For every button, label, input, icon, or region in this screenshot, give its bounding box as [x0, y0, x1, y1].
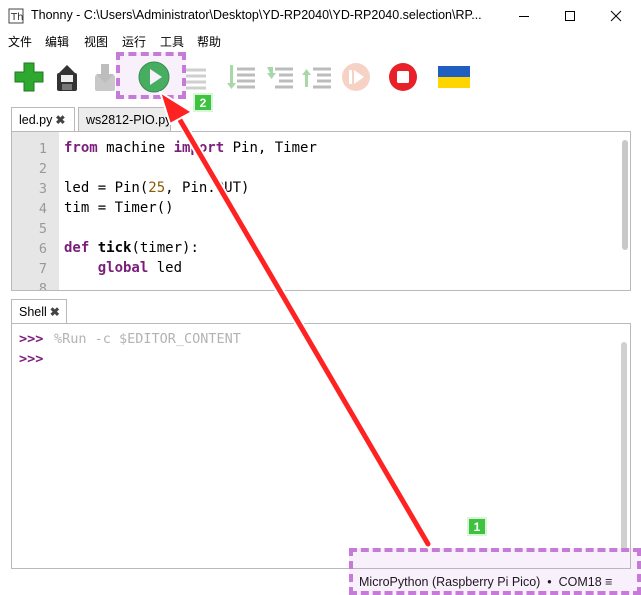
- highlight-run-button: [116, 52, 186, 99]
- thonny-app-icon: Th: [8, 8, 24, 24]
- tab-led-py[interactable]: led.py ✖: [11, 107, 75, 131]
- step-out-icon[interactable]: [300, 60, 334, 94]
- step-into-icon[interactable]: [262, 60, 296, 94]
- tab-label: led.py: [19, 113, 53, 127]
- menu-run[interactable]: 运行: [122, 33, 146, 50]
- tab-ws2812-pio-py[interactable]: ws2812-PIO.py: [78, 107, 171, 131]
- close-window-button[interactable]: [593, 0, 639, 31]
- line-number: 7: [38, 261, 47, 277]
- line-number: 1: [38, 141, 47, 157]
- tab-shell[interactable]: Shell ✖: [11, 299, 67, 323]
- line-number: 3: [38, 181, 47, 197]
- new-file-icon[interactable]: [12, 60, 46, 94]
- tab-label: ws2812-PIO.py: [86, 113, 171, 127]
- stop-icon[interactable]: [386, 60, 420, 94]
- code-line: def tick(timer):: [64, 240, 199, 256]
- toolbar: [0, 51, 641, 101]
- save-icon[interactable]: [50, 60, 84, 94]
- shell-prompt: >>>: [19, 351, 44, 367]
- shell-panel[interactable]: >>> %Run -c $EDITOR_CONTENT >>>: [11, 323, 631, 569]
- code-line: led = Pin(25, Pin.OUT): [64, 180, 250, 196]
- line-number: 5: [38, 221, 47, 237]
- step-badge-1: 1: [467, 517, 487, 536]
- line-number: 2: [38, 161, 47, 177]
- code-line: tim = Timer(): [64, 200, 174, 216]
- highlight-status-interpreter: [349, 548, 641, 595]
- step-over-icon[interactable]: [224, 60, 258, 94]
- line-number: 4: [38, 201, 47, 217]
- tab-label: Shell: [19, 305, 47, 319]
- shell-command: %Run -c $EDITOR_CONTENT: [54, 331, 241, 347]
- code-line: from machine import Pin, Timer: [64, 140, 317, 156]
- line-number-gutter: 1 2 3 4 5 6 7 8: [12, 132, 59, 291]
- menu-view[interactable]: 视图: [84, 33, 108, 50]
- menu-edit[interactable]: 编辑: [45, 33, 69, 50]
- maximize-button[interactable]: [547, 0, 593, 31]
- menu-tools[interactable]: 工具: [160, 33, 184, 50]
- minimize-button[interactable]: [501, 0, 547, 31]
- close-tab-icon[interactable]: ✖: [55, 113, 65, 127]
- close-tab-icon[interactable]: ✖: [50, 305, 60, 319]
- code-line: global led: [97, 260, 183, 276]
- resume-icon[interactable]: [339, 60, 373, 94]
- window-title: Thonny - C:\Users\Administrator\Desktop\…: [31, 8, 482, 22]
- menu-help[interactable]: 帮助: [197, 33, 221, 50]
- step-badge-2: 2: [193, 93, 213, 112]
- line-number-partial: 8: [38, 281, 47, 291]
- shell-scrollbar[interactable]: [621, 342, 627, 552]
- shell-prompt: >>>: [19, 331, 44, 347]
- menu-file[interactable]: 文件: [8, 33, 32, 50]
- svg-text:Th: Th: [10, 12, 23, 23]
- title-bar: Th Thonny - C:\Users\Administrator\Deskt…: [0, 0, 641, 31]
- menu-bar: 文件 编辑 视图 运行 工具 帮助: [0, 31, 641, 51]
- code-editor[interactable]: 1 2 3 4 5 6 7 8 from machine import Pin,…: [11, 131, 631, 291]
- ukraine-flag-icon[interactable]: [437, 60, 471, 94]
- line-number: 6: [38, 241, 47, 257]
- editor-scrollbar[interactable]: [622, 140, 628, 250]
